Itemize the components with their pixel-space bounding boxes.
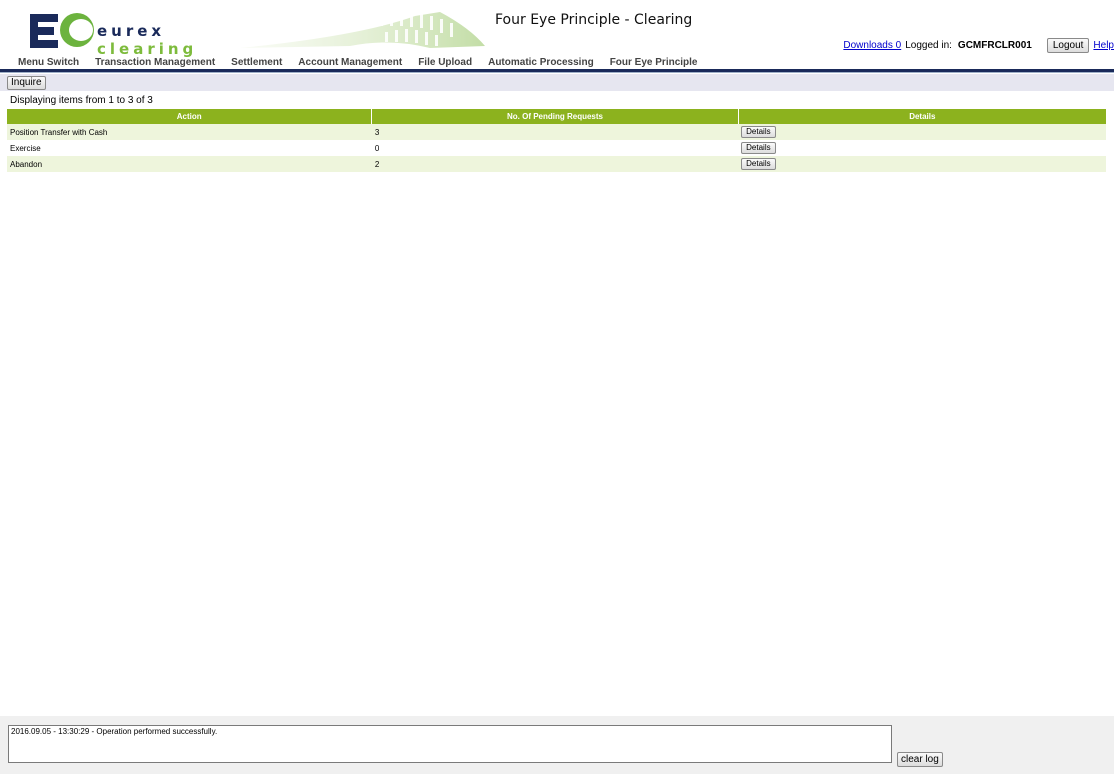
logout-button[interactable]: Logout (1046, 37, 1090, 53)
menu-item-menu-switch[interactable]: Menu Switch (0, 57, 87, 68)
column-header-pending-requests[interactable]: No. Of Pending Requests (371, 109, 739, 124)
menu-item-four-eye-principle[interactable]: Four Eye Principle (602, 57, 706, 68)
pending-requests-table: Action No. Of Pending Requests Details P… (7, 109, 1106, 172)
details-button[interactable]: Details (741, 126, 776, 138)
details-cell: Details (738, 140, 1106, 156)
main-menu: Menu Switch Transaction Management Settl… (0, 55, 1114, 69)
log-textarea[interactable]: 2016.09.05 - 13:30:29 - Operation perfor… (8, 725, 892, 763)
pending-count-cell: 3 (371, 124, 739, 140)
details-cell: Details (738, 124, 1106, 140)
table-row: Abandon 2 Details (7, 156, 1106, 172)
table-header-row: Action No. Of Pending Requests Details (7, 109, 1106, 124)
menu-item-automatic-processing[interactable]: Automatic Processing (480, 57, 602, 68)
header: eurex clearing Four Eye Principle - Clea… (0, 0, 1114, 58)
toolbar: Inquire (0, 74, 1114, 91)
column-header-details[interactable]: Details (738, 109, 1106, 124)
eurex-clearing-logo: eurex clearing (30, 10, 230, 58)
menu-item-settlement[interactable]: Settlement (223, 57, 290, 68)
menu-item-file-upload[interactable]: File Upload (410, 57, 480, 68)
log-panel: 2016.09.05 - 13:30:29 - Operation perfor… (0, 716, 1114, 774)
table-row: Position Transfer with Cash 3 Details (7, 124, 1106, 140)
downloads-link[interactable]: Downloads 0 (843, 40, 901, 51)
menu-divider-light (0, 72, 1114, 73)
help-link[interactable]: Help (1093, 40, 1114, 51)
details-cell: Details (738, 156, 1106, 172)
action-cell: Abandon (7, 156, 372, 172)
result-count-text: Displaying items from 1 to 3 of 3 (10, 95, 153, 106)
user-bar: Downloads 0 Logged in: GCMFRCLR001 Logou… (843, 37, 1114, 53)
inquire-button[interactable]: Inquire (7, 76, 46, 90)
table-row: Exercise 0 Details (7, 140, 1106, 156)
user-id: GCMFRCLR001 (957, 39, 1032, 51)
page-title: Four Eye Principle - Clearing (495, 12, 693, 28)
column-header-action[interactable]: Action (7, 109, 373, 124)
logo-word-eurex: eurex (97, 22, 166, 40)
menu-item-transaction-management[interactable]: Transaction Management (87, 57, 223, 68)
logged-in-label: Logged in: (905, 39, 952, 51)
menu-item-account-management[interactable]: Account Management (290, 57, 410, 68)
action-cell: Exercise (7, 140, 372, 156)
header-swoosh-graphic (240, 12, 485, 48)
details-button[interactable]: Details (741, 142, 776, 154)
pending-count-cell: 2 (371, 156, 739, 172)
logo-e-mark (30, 14, 58, 48)
action-cell: Position Transfer with Cash (7, 124, 372, 140)
details-button[interactable]: Details (741, 158, 776, 170)
pending-count-cell: 0 (371, 140, 739, 156)
logo-text: eurex clearing (97, 22, 230, 58)
clear-log-button[interactable]: clear log (897, 752, 943, 767)
logo-c-mark (60, 13, 94, 47)
